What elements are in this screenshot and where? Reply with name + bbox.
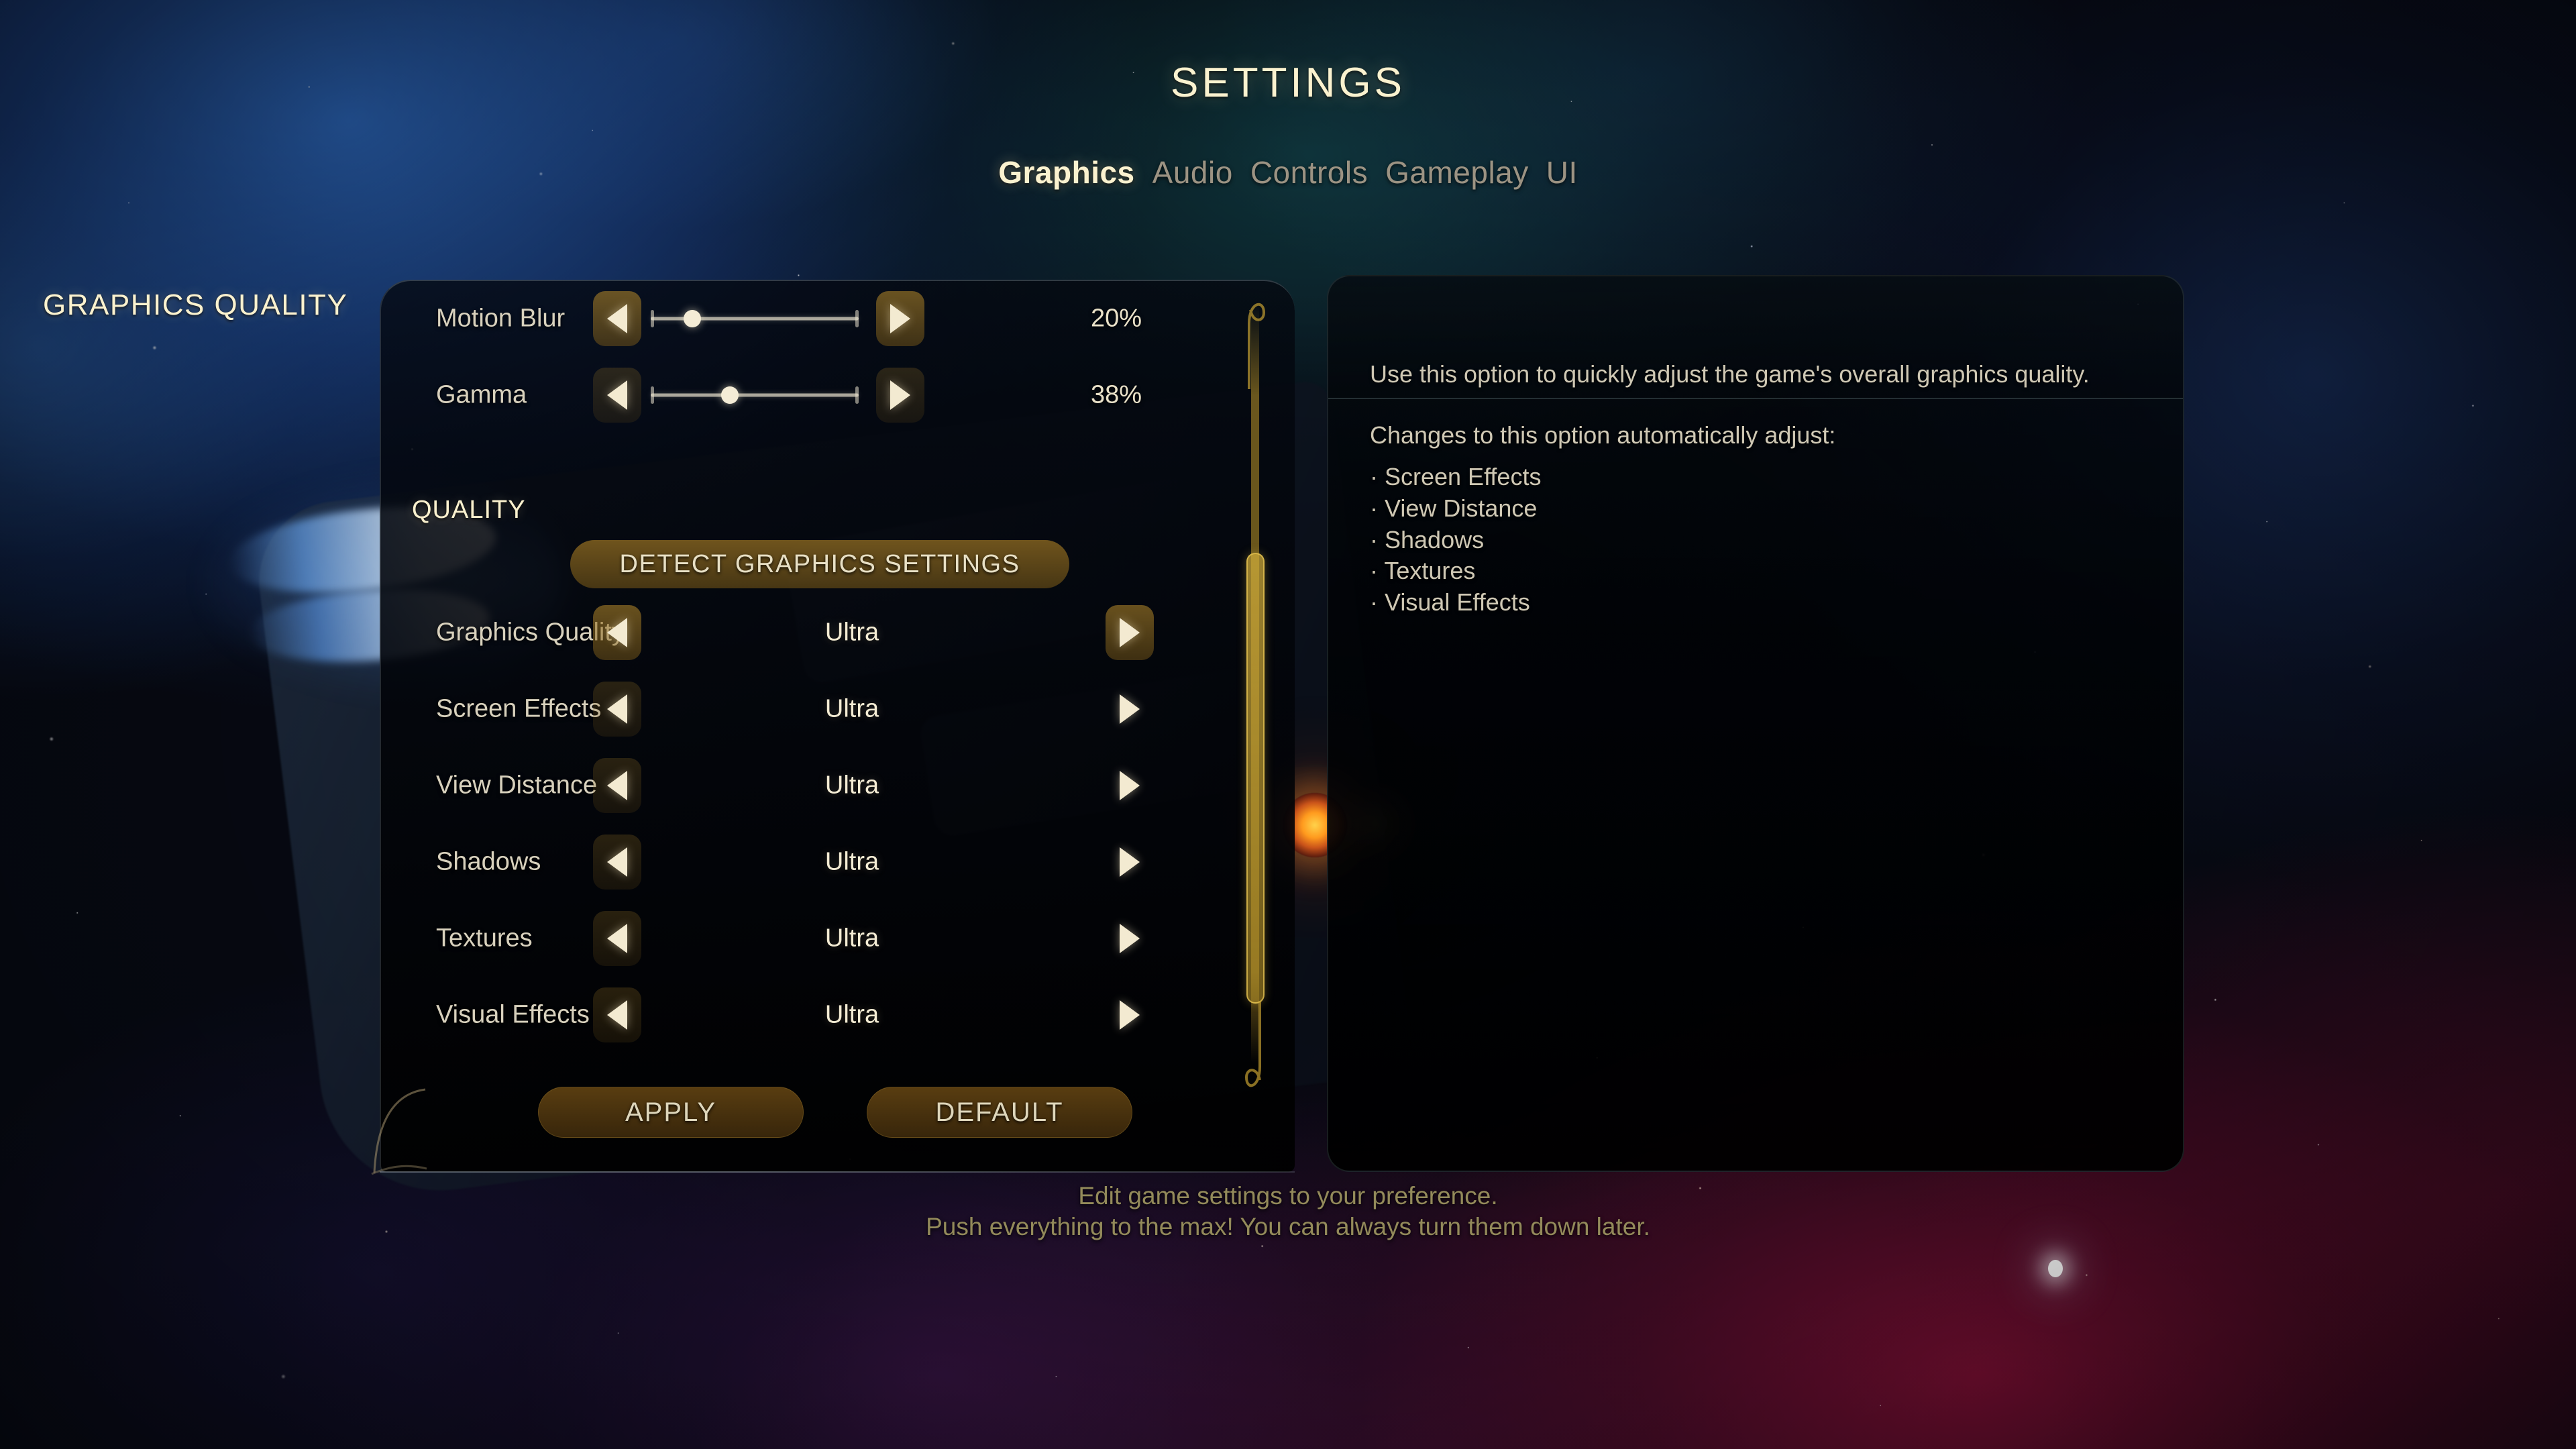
arrow-right-icon [1120,694,1140,724]
settings-rows: Motion Blur 20% Gamma 38% QUALITY DETECT… [380,280,1295,1172]
info-panel-subheading: Changes to this option automatically adj… [1370,421,1836,449]
footer-line-1: Edit game settings to your preference. [1078,1182,1498,1210]
arrow-left-icon [607,694,627,724]
tab-ui[interactable]: UI [1546,154,1578,191]
arrow-left-icon [607,1000,627,1030]
screen-effects-value: Ultra [824,694,879,723]
info-bullet-screen-effects: · Screen Effects [1370,463,1542,490]
footer-hint: Edit game settings to your preference. P… [0,1181,2576,1243]
arrow-right-icon [1120,1000,1140,1030]
arrow-left-icon [607,924,627,953]
arrow-left-icon [607,618,627,647]
tab-controls[interactable]: Controls [1250,154,1368,191]
page-title: SETTINGS [1170,60,1406,106]
info-panel-title: GRAPHICS QUALITY [43,288,348,321]
row-visual-effects: Visual Effects Ultra [380,984,1295,1046]
slider-track [651,317,859,321]
section-heading-quality: QUALITY [412,496,526,524]
row-motion-blur: Motion Blur 20% [380,288,1295,350]
settings-screen: SETTINGS Graphics Audio Controls Gamepla… [0,0,2576,1449]
graphics-quality-decrease-button[interactable] [593,605,641,660]
slider-cap-left [651,386,654,404]
visual-effects-decrease-button[interactable] [593,987,641,1042]
info-panel-description: Use this option to quickly adjust the ga… [1370,360,2090,388]
row-view-distance: View Distance Ultra [380,755,1295,816]
footer-line-2: Push everything to the max! You can alwa… [926,1213,1650,1241]
row-label-visual-effects: Visual Effects [436,1000,590,1029]
gamma-decrease-button[interactable] [593,368,641,423]
motion-blur-value: 20% [1091,304,1142,333]
slider-cap-left [651,310,654,327]
row-label-gamma: Gamma [436,380,527,409]
row-graphics-quality: Graphics Quality Ultra [380,602,1295,663]
apply-button[interactable]: APPLY [538,1087,804,1138]
motion-blur-increase-button[interactable] [876,291,924,346]
row-label-motion-blur: Motion Blur [436,304,566,333]
visual-effects-value: Ultra [824,1000,879,1029]
view-distance-decrease-button[interactable] [593,758,641,813]
graphics-quality-increase-button[interactable] [1106,605,1154,660]
row-shadows: Shadows Ultra [380,831,1295,893]
arrow-right-icon [1120,771,1140,800]
arrow-left-icon [607,380,627,410]
row-textures: Textures Ultra [380,908,1295,969]
shadows-value: Ultra [824,847,879,876]
slider-knob[interactable] [684,310,701,327]
view-distance-increase-button[interactable] [1106,758,1154,813]
slider-cap-right [855,310,859,327]
arrow-left-icon [607,304,627,333]
arrow-right-icon [1120,847,1140,877]
screen-effects-increase-button[interactable] [1106,682,1154,737]
motion-blur-decrease-button[interactable] [593,291,641,346]
info-panel-body: Use this option to quickly adjust the ga… [1370,362,2128,619]
settings-scrollbar-thumb[interactable] [1246,553,1265,1004]
gamma-increase-button[interactable] [876,368,924,423]
arrow-right-icon [1120,924,1140,953]
detect-graphics-settings-button[interactable]: DETECT GRAPHICS SETTINGS [570,540,1069,588]
slider-knob[interactable] [720,386,739,404]
tab-gameplay[interactable]: Gameplay [1385,154,1529,191]
default-button[interactable]: DEFAULT [867,1087,1132,1138]
info-bullet-textures: · Textures [1370,557,1476,585]
arrow-left-icon [607,847,627,877]
row-screen-effects: Screen Effects Ultra [380,678,1295,740]
gamma-slider[interactable] [651,386,859,404]
shadows-decrease-button[interactable] [593,835,641,890]
motion-blur-slider[interactable] [651,310,859,327]
textures-decrease-button[interactable] [593,911,641,966]
tab-audio[interactable]: Audio [1152,154,1233,191]
row-label-textures: Textures [436,924,533,953]
shadows-increase-button[interactable] [1106,835,1154,890]
info-bullet-view-distance: · View Distance [1370,494,1538,522]
row-label-screen-effects: Screen Effects [436,694,602,723]
slider-cap-right [855,386,859,404]
row-gamma: Gamma 38% [380,364,1295,426]
arrow-right-icon [890,304,910,333]
slider-track [651,393,859,397]
arrow-left-icon [607,771,627,800]
graphics-quality-value: Ultra [824,618,879,647]
info-bullet-visual-effects: · Visual Effects [1370,588,1530,616]
gamma-value: 38% [1091,380,1142,409]
info-bullet-shadows: · Shadows [1370,525,1485,553]
tab-bar: Graphics Audio Controls Gameplay UI [0,154,2576,191]
row-label-shadows: Shadows [436,847,541,876]
view-distance-value: Ultra [824,771,879,800]
textures-value: Ultra [824,924,879,953]
arrow-right-icon [890,380,910,410]
screen-effects-decrease-button[interactable] [593,682,641,737]
visual-effects-increase-button[interactable] [1106,987,1154,1042]
arrow-right-icon [1120,618,1140,647]
row-label-view-distance: View Distance [436,771,598,800]
textures-increase-button[interactable] [1106,911,1154,966]
tab-graphics[interactable]: Graphics [998,154,1134,191]
